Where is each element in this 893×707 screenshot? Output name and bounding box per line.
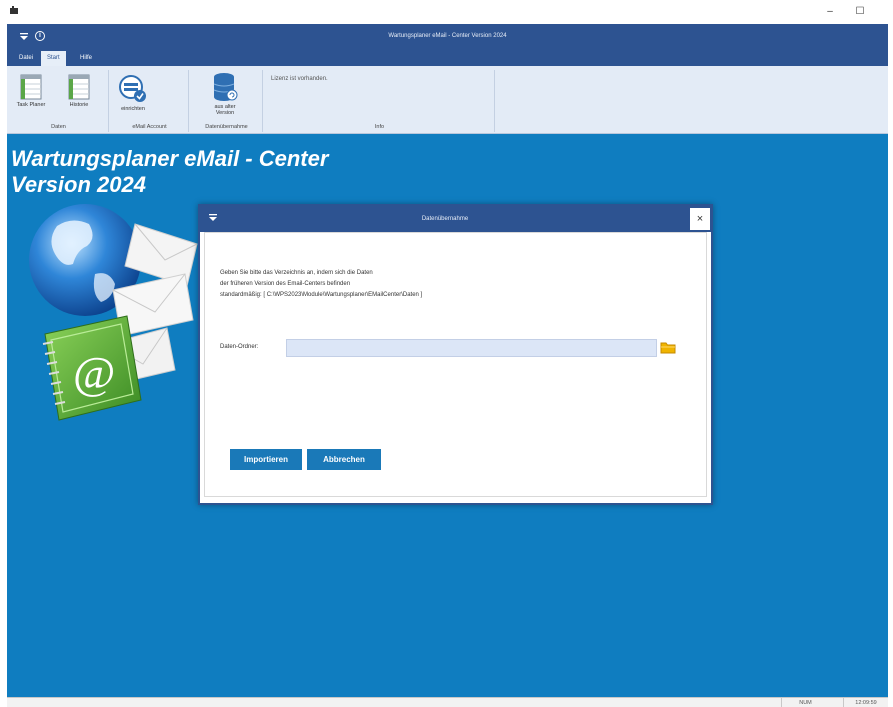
ribbon-group-datenuebernahme: aus alter Version Datenübernahme [191,70,263,132]
app-icon [10,6,18,14]
einrichten-button[interactable]: einrichten [113,74,153,112]
folder-label: Daten-Ordner: [220,344,259,350]
group-label-email-account: eMail Account [132,124,167,130]
dialog-instruction-line2: der früheren Version des Email-Centers b… [220,281,351,287]
tab-start[interactable]: Start [41,51,66,66]
database-import-icon [213,73,238,101]
email-settings-icon [119,75,146,102]
ribbon: Task Planer Historie Daten einrichten eM… [7,66,888,134]
aus-alter-version-button[interactable]: aus alter Version [205,72,245,116]
spreadsheet-icon [68,74,90,100]
task-planer-button[interactable]: Task Planer [13,74,49,108]
dialog-instruction-line1: Geben Sie bitte das Verzeichnis an, inde… [220,270,373,276]
group-label-info: Info [374,124,385,130]
tab-hilfe[interactable]: Hilfe [74,51,98,66]
status-num: NUM [781,698,829,707]
historie-label: Historie [69,102,89,108]
historie-button[interactable]: Historie [61,74,97,108]
task-planer-label: Task Planer [16,102,46,108]
license-status-text: Lizenz ist vorhanden. [271,76,328,82]
dialog-close-button[interactable]: × [690,208,710,230]
ribbon-group-daten: Task Planer Historie Daten [9,70,109,132]
status-bar: NUM 12:09:59 [7,697,888,707]
folder-input[interactable] [286,339,657,357]
spreadsheet-icon [20,74,42,100]
maximize-button[interactable]: ☐ [846,3,874,21]
datenuebernahme-dialog: Datenübernahme × Geben Sie bitte das Ver… [198,204,713,505]
tab-datei[interactable]: Datei [13,51,39,66]
cancel-button[interactable]: Abbrechen [307,449,381,470]
einrichten-label: einrichten [121,106,145,112]
aus-alter-version-label: aus alter Version [214,104,236,116]
email-illustration: @ [29,204,198,421]
minimize-button[interactable]: – [816,3,844,21]
workspace-title-line1: Wartungsplaner eMail - Center [11,146,329,171]
dialog-default-path: standardmäßig: [ C:\WPS2023\Module\Wartu… [220,292,423,298]
dialog-title: Datenübernahme [421,216,469,222]
group-label-daten: Daten [51,124,66,130]
status-time: 12:09:59 [843,698,888,707]
app-header: i Wartungsplaner eMail - Center Version … [7,24,888,66]
ribbon-group-email-account: einrichten eMail Account [111,70,189,132]
ribbon-group-info: Lizenz ist vorhanden. Info [265,70,495,132]
group-label-datenuebernahme: Datenübernahme [205,124,248,130]
address-book-icon: @ [42,315,142,421]
dialog-titlebar: Datenübernahme × [200,206,711,232]
folder-browse-icon[interactable] [660,340,676,355]
window-titlebar: – ☐ [0,0,893,24]
at-symbol-icon: @ [73,347,115,398]
workspace-title: Wartungsplaner eMail - Center Version 20… [11,146,328,198]
import-button[interactable]: Importieren [230,449,302,470]
app-title: Wartungsplaner eMail - Center Version 20… [388,33,507,39]
dialog-body: Geben Sie bitte das Verzeichnis an, inde… [204,232,707,497]
